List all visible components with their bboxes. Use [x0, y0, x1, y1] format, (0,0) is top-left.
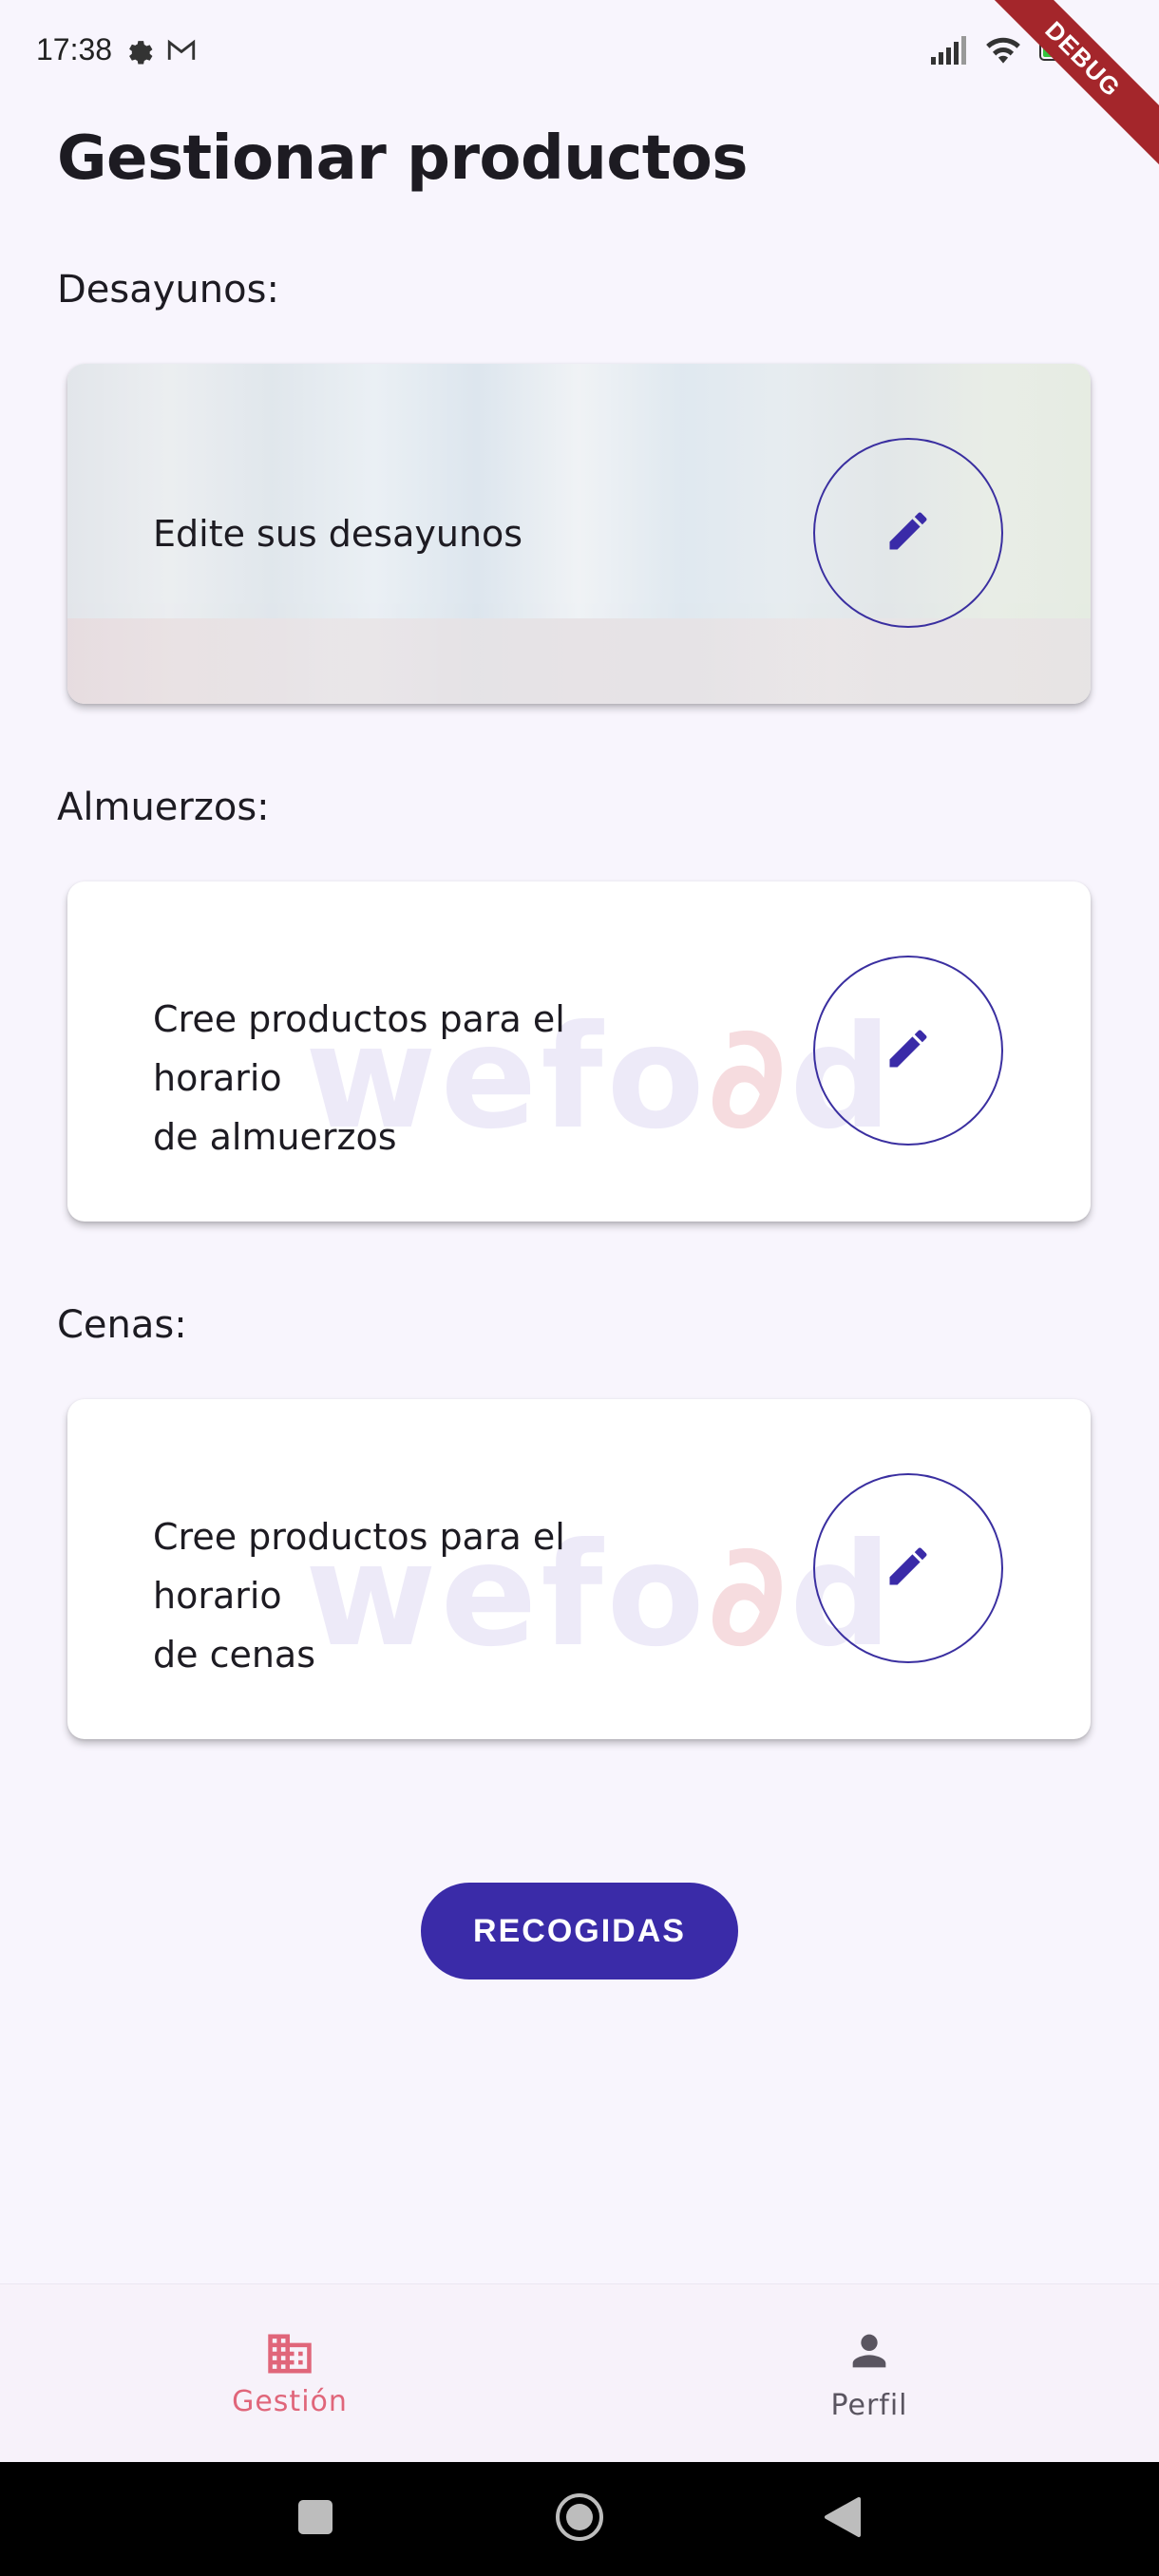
edit-almuerzos-button[interactable]	[813, 956, 1003, 1146]
page-title: Gestionar productos	[57, 123, 748, 194]
status-time: 17:38	[36, 32, 113, 66]
card-text: Cree productos para el horario de cenas	[153, 1516, 565, 1676]
nav-item-perfil[interactable]: Perfil	[580, 2284, 1159, 2463]
edit-desayunos-button[interactable]	[813, 438, 1003, 628]
wifi-icon	[982, 34, 1024, 70]
system-navigation-bar	[0, 2462, 1159, 2576]
square-icon	[296, 2498, 334, 2540]
status-bar: 17:38 52 DEBUG	[0, 0, 1159, 175]
nav-label-perfil: Perfil	[830, 2389, 908, 2422]
pencil-icon	[884, 1024, 933, 1077]
home-button[interactable]	[522, 2462, 636, 2576]
section-label-almuerzos: Almuerzos:	[57, 786, 270, 829]
pencil-icon	[884, 506, 933, 559]
section-label-desayunos: Desayunos:	[57, 268, 279, 312]
signal-icon	[929, 34, 971, 70]
recents-button[interactable]	[258, 2462, 372, 2576]
edit-cenas-button[interactable]	[813, 1473, 1003, 1663]
person-icon	[845, 2326, 894, 2379]
card-almuerzos[interactable]: wefo∂d Cree productos para el horario de…	[67, 881, 1091, 1222]
section-label-cenas: Cenas:	[57, 1303, 187, 1347]
nav-item-gestion[interactable]: Gestión	[0, 2284, 580, 2463]
pencil-icon	[884, 1542, 933, 1595]
back-button[interactable]	[785, 2462, 899, 2576]
debug-banner: DEBUG	[967, 0, 1159, 175]
gmail-icon	[165, 34, 198, 70]
recogidas-button[interactable]: RECOGIDAS	[421, 1883, 738, 1979]
nav-label-gestion: Gestión	[232, 2385, 348, 2418]
card-desayunos[interactable]: Edite sus desayunos	[67, 364, 1091, 704]
card-text: Cree productos para el horario de almuer…	[153, 998, 565, 1158]
circle-icon	[554, 2491, 605, 2547]
bottom-navigation: Gestión Perfil	[0, 2283, 1159, 2463]
back-triangle-icon	[821, 2495, 863, 2543]
settings-icon	[122, 34, 154, 70]
building-icon	[263, 2330, 316, 2381]
card-text: Edite sus desayunos	[153, 513, 523, 555]
card-cenas[interactable]: wefo∂d Cree productos para el horario de…	[67, 1399, 1091, 1739]
